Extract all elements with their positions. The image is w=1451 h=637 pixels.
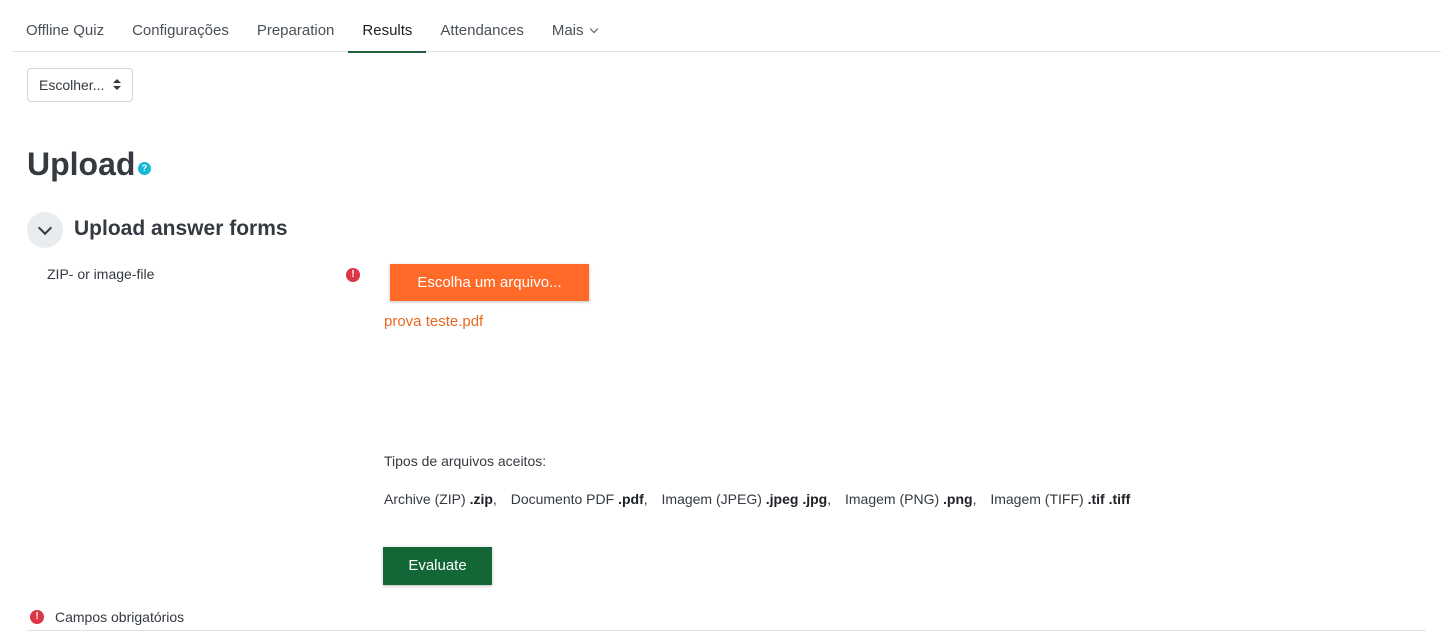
type-name: Imagem (TIFF) [990,491,1084,507]
sort-caret-icon [113,79,121,91]
type-name: Imagem (PNG) [845,491,940,507]
type-extension: .png [943,491,973,507]
type-name: Imagem (JPEG) [661,491,762,507]
collapse-section-button[interactable] [27,212,63,248]
tab-configuracoes[interactable]: Configurações [118,0,243,52]
tab-navigation: Offline Quiz Configurações Preparation R… [12,0,1441,53]
chevron-down-icon [37,220,53,236]
chevron-down-icon [589,24,598,34]
accepted-types-list: Archive (ZIP) .zip, Documento PDF .pdf, … [384,491,1140,507]
type-extension: .tif .tiff [1087,491,1131,507]
accepted-type: Documento PDF .pdf, [510,491,648,507]
divider [27,630,1426,631]
tab-label: Offline Quiz [26,22,105,39]
tab-label: Attendances [440,22,524,39]
selected-file-link[interactable]: prova teste.pdf [384,313,483,330]
page-title: Upload [27,146,136,182]
accepted-type: Imagem (PNG) .png, [845,491,977,507]
tab-label: Mais [551,22,584,39]
type-extension: .zip [469,491,493,507]
help-icon[interactable]: ? [138,162,151,175]
tab-attendances[interactable]: Attendances [426,0,537,52]
accepted-types-label: Tipos de arquivos aceitos: [384,453,547,469]
tab-mais[interactable]: Mais [538,0,611,52]
select-value: Escolher... [39,77,105,93]
required-icon: ! [30,610,44,624]
required-icon: ! [346,268,360,282]
accepted-type: Archive (ZIP) .zip, [384,491,497,507]
accepted-type: Imagem (JPEG) .jpeg .jpg, [661,491,832,507]
tab-preparation[interactable]: Preparation [243,0,349,52]
tab-results[interactable]: Results [348,0,427,53]
tab-label: Preparation [256,22,335,39]
type-name: Documento PDF [510,491,615,507]
type-extension: .pdf [618,491,644,507]
required-fields-note: Campos obrigatórios [55,609,185,625]
accepted-type: Imagem (TIFF) .tif .tiff [990,491,1130,507]
type-name: Archive (ZIP) [384,491,466,507]
choose-file-button[interactable]: Escolha um arquivo... [390,264,589,301]
tab-offline-quiz[interactable]: Offline Quiz [12,0,118,52]
tab-label: Results [362,22,413,39]
tab-label: Configurações [132,22,229,39]
action-select[interactable]: Escolher... [27,68,133,102]
type-extension: .jpeg .jpg [765,491,828,507]
file-field-label: ZIP- or image-file [47,266,155,282]
section-title[interactable]: Upload answer forms [74,217,288,241]
evaluate-button[interactable]: Evaluate [383,547,492,585]
